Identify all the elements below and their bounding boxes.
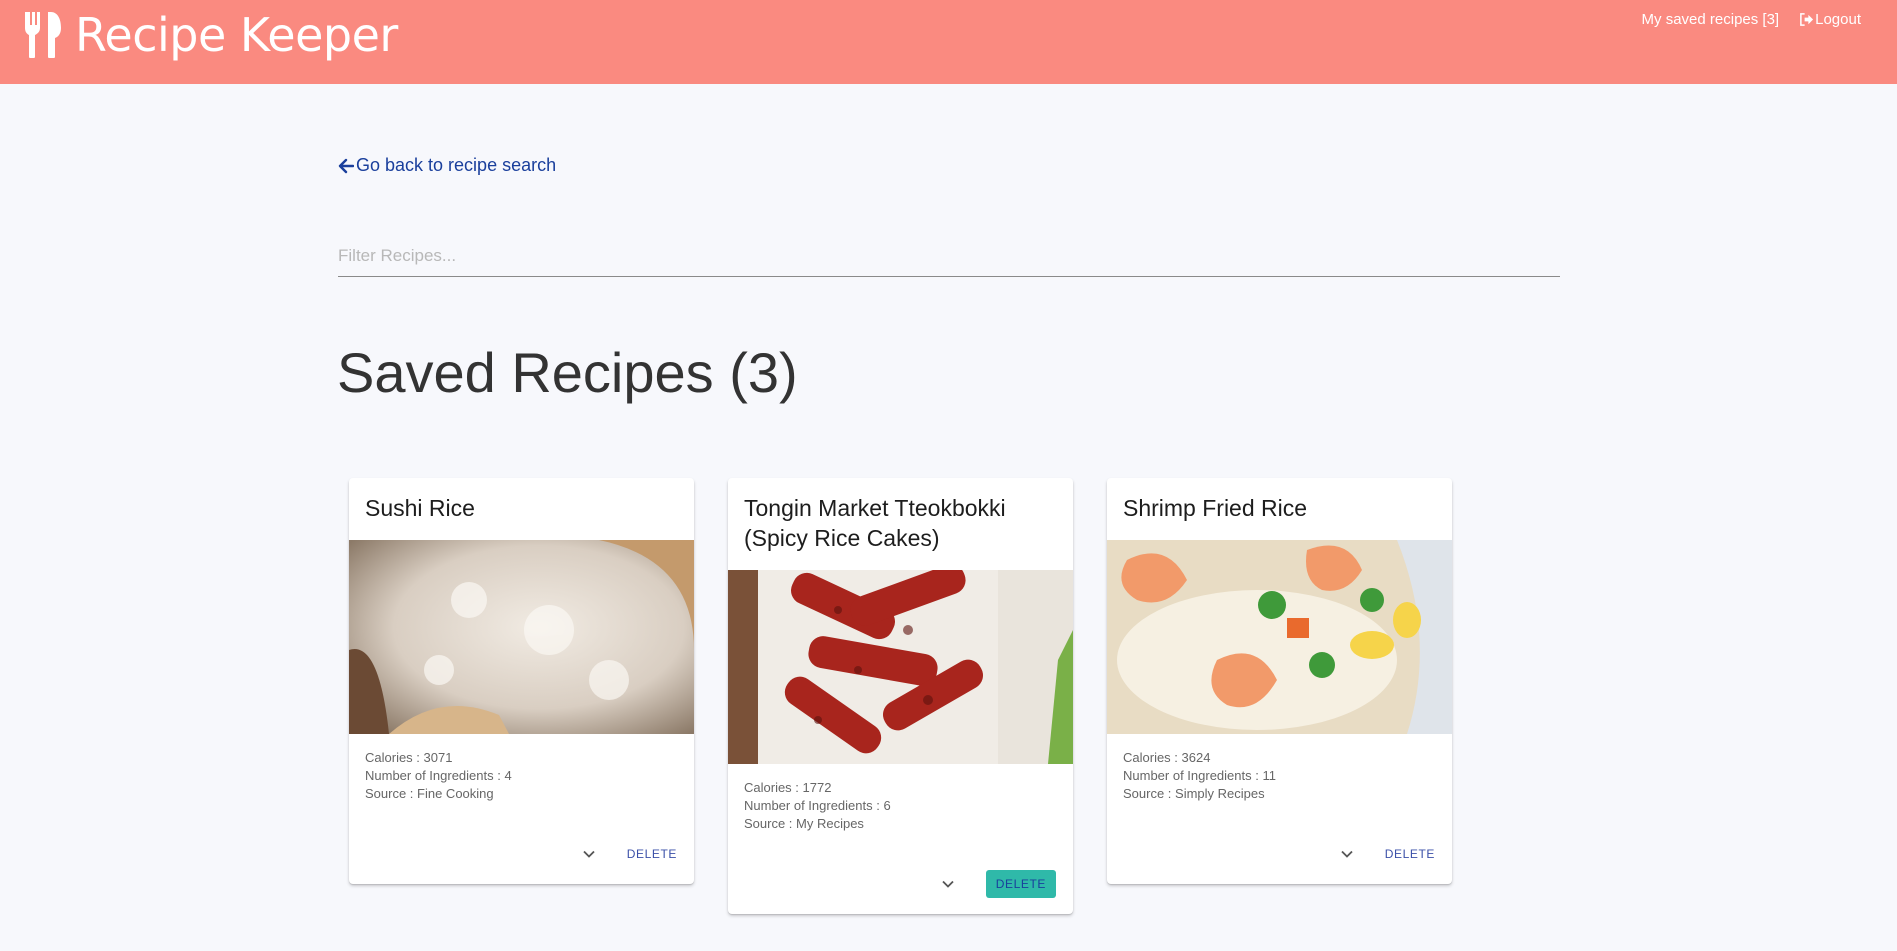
expand-button[interactable] bbox=[577, 842, 601, 866]
recipe-calories: Calories : 1772 bbox=[744, 780, 832, 795]
expand-button[interactable] bbox=[1335, 842, 1359, 866]
recipe-ingredients: Number of Ingredients : 11 bbox=[1123, 768, 1276, 783]
app-header: Recipe Keeper My saved recipes [3] Logou… bbox=[0, 0, 1897, 84]
recipe-title: Tongin Market Tteokbokki (Spicy Rice Cak… bbox=[744, 495, 1006, 551]
recipe-ingredients: Number of Ingredients : 4 bbox=[365, 768, 512, 783]
card-actions: DELETE bbox=[1107, 803, 1452, 884]
brand-title: Recipe Keeper bbox=[75, 8, 398, 62]
arrow-left-icon bbox=[338, 158, 354, 173]
top-nav: My saved recipes [3] Logout bbox=[1642, 11, 1861, 28]
logout-icon bbox=[1800, 13, 1814, 26]
recipe-card: Sushi Rice Calories : 3071 Number of Ing… bbox=[349, 478, 694, 884]
saved-recipes-link[interactable]: My saved recipes [3] bbox=[1642, 11, 1780, 28]
recipe-info: Calories : 3624 Number of Ingredients : … bbox=[1107, 734, 1452, 803]
recipe-source: Source : Simply Recipes bbox=[1123, 786, 1265, 801]
delete-button[interactable]: DELETE bbox=[1385, 840, 1435, 868]
expand-button[interactable] bbox=[936, 872, 960, 896]
delete-button[interactable]: DELETE bbox=[985, 870, 1056, 898]
chevron-down-icon bbox=[942, 880, 954, 888]
back-to-search-link[interactable]: Go back to recipe search bbox=[338, 155, 556, 176]
recipe-title: Sushi Rice bbox=[365, 495, 475, 521]
recipe-image[interactable] bbox=[349, 540, 694, 734]
logout-link[interactable]: Logout bbox=[1799, 11, 1861, 28]
recipe-info: Calories : 1772 Number of Ingredients : … bbox=[728, 764, 1073, 833]
recipe-source: Source : Fine Cooking bbox=[365, 786, 494, 801]
recipe-image[interactable] bbox=[1107, 540, 1452, 734]
filter-recipes-input[interactable] bbox=[338, 236, 1560, 277]
back-link-label: Go back to recipe search bbox=[356, 155, 557, 175]
recipe-calories: Calories : 3071 bbox=[365, 750, 453, 765]
brand[interactable]: Recipe Keeper bbox=[25, 8, 398, 62]
recipe-card: Tongin Market Tteokbokki (Spicy Rice Cak… bbox=[728, 478, 1073, 914]
recipe-source: Source : My Recipes bbox=[744, 816, 864, 831]
card-actions: DELETE bbox=[728, 833, 1073, 914]
logout-label: Logout bbox=[1815, 11, 1861, 28]
recipe-card: Shrimp Fried Rice Calories : 3624 Number… bbox=[1107, 478, 1452, 884]
utensils-icon bbox=[25, 12, 61, 58]
chevron-down-icon bbox=[583, 850, 595, 858]
chevron-down-icon bbox=[1341, 850, 1353, 858]
recipe-info: Calories : 3071 Number of Ingredients : … bbox=[349, 734, 694, 803]
page-title: Saved Recipes (3) bbox=[337, 341, 798, 404]
recipe-image[interactable] bbox=[728, 570, 1073, 764]
recipe-title: Shrimp Fried Rice bbox=[1123, 495, 1308, 521]
delete-button[interactable]: DELETE bbox=[627, 840, 677, 868]
recipe-calories: Calories : 3624 bbox=[1123, 750, 1211, 765]
recipe-ingredients: Number of Ingredients : 6 bbox=[744, 798, 891, 813]
card-actions: DELETE bbox=[349, 803, 694, 884]
